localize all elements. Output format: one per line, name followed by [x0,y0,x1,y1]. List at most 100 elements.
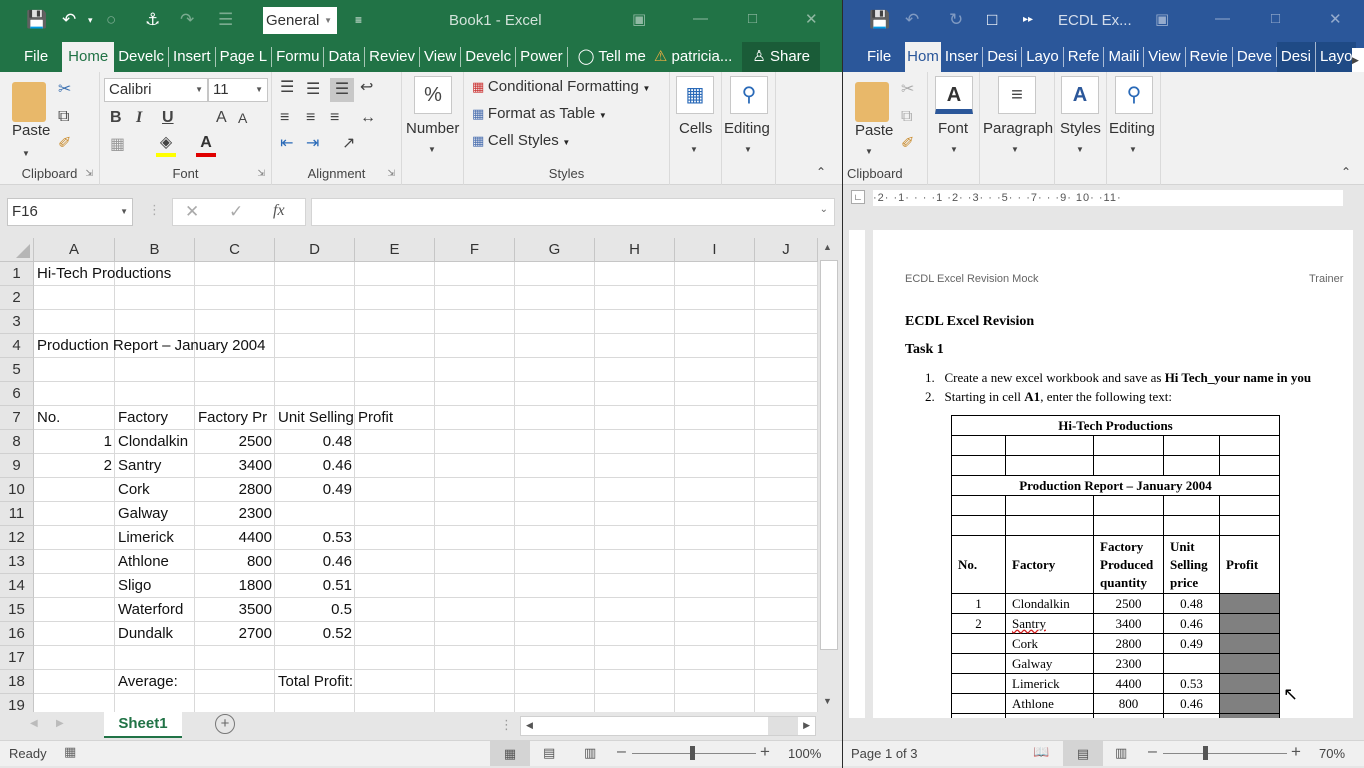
column-header[interactable]: C [195,238,275,262]
profit-cell-shaded[interactable] [1219,673,1280,694]
table-cell[interactable] [951,693,1006,714]
cell-b14[interactable]: Sligo [115,574,154,598]
tab-split-grip-icon[interactable]: ⋮ [500,717,513,733]
font-name-combo[interactable]: Calibri ▼ [104,78,208,102]
read-mode-icon[interactable]: 📖 [1033,744,1049,760]
table-cell[interactable] [1219,435,1280,456]
cell-c11[interactable]: 2300 [195,502,275,526]
table-cell[interactable] [951,515,1006,536]
underline-button[interactable]: U [162,108,174,128]
table-header[interactable]: No. [951,535,1006,594]
column-header[interactable]: B [115,238,195,262]
tab-table-design[interactable]: Desi [1276,42,1316,72]
table-header[interactable]: Unit Selling price [1163,535,1220,594]
zoom-slider-thumb[interactable] [690,746,695,760]
table-cell[interactable] [1219,455,1280,476]
table-cell[interactable]: 2500 [1093,593,1164,614]
cell-c7[interactable]: Factory Pr [195,406,270,430]
formula-input[interactable]: ⌄ [311,198,835,226]
close-icon[interactable]: ✕ [1329,10,1342,28]
column-header[interactable]: G [515,238,595,262]
save-icon[interactable]: 💾 [869,8,890,32]
table-cell[interactable] [951,435,1006,456]
conditional-formatting-button[interactable]: ▦ Conditional Formatting ▼ [472,78,650,95]
macro-record-icon[interactable]: ▦ [64,744,76,760]
cell-b18[interactable]: Average: [115,670,181,694]
table-cell[interactable] [1163,515,1220,536]
scroll-tabs-right-icon[interactable]: ▶ [1352,48,1364,72]
close-icon[interactable]: ✕ [805,10,818,28]
enter-check-icon[interactable]: ✓ [229,202,243,222]
orientation-icon[interactable]: ↗ [342,134,355,154]
table-cell[interactable]: 0.49 [1163,633,1220,654]
paste-button[interactable]: Paste [855,122,893,139]
collapse-ribbon-icon[interactable]: ⌃ [816,162,826,182]
undo-icon[interactable]: ↶ [62,8,76,32]
row-header[interactable]: 13 [0,550,34,574]
table-cell[interactable] [1005,515,1094,536]
row-header[interactable]: 3 [0,310,34,334]
zoom-in-button[interactable]: + [760,742,770,762]
table-header[interactable]: Profit [1219,535,1280,594]
column-header[interactable]: D [275,238,355,262]
page-layout-view-icon[interactable]: ▤ [543,745,555,761]
profit-cell-shaded[interactable] [1219,633,1280,654]
row-header[interactable]: 6 [0,382,34,406]
row-header[interactable]: 2 [0,286,34,310]
row-header[interactable]: 12 [0,526,34,550]
maximize-icon[interactable]: □ [1271,10,1280,27]
tab-design[interactable]: Desi [983,47,1023,67]
column-header[interactable]: F [435,238,515,262]
tab-insert[interactable]: Insert [169,47,216,67]
table-cell[interactable] [1005,435,1094,456]
number-format-combo[interactable]: General ▼ [263,7,337,34]
row-header[interactable]: 1 [0,262,34,286]
table-cell[interactable]: 4400 [1093,673,1164,694]
row-header[interactable]: 11 [0,502,34,526]
align-left-icon[interactable]: ≡ [280,108,289,128]
tab-home[interactable]: Hom [905,42,941,72]
cell-e7[interactable]: Profit [355,406,396,430]
tab-review[interactable]: Revie [1186,47,1233,67]
table-cell[interactable] [1093,455,1164,476]
wrap-text-icon[interactable]: ↩ [360,78,373,98]
cell-b8[interactable]: Clondalkin [115,430,191,454]
select-all-corner[interactable] [0,238,34,262]
cell-d14[interactable]: 0.51 [275,574,355,598]
new-sheet-icon[interactable]: + [215,714,235,734]
table-cell[interactable]: 1800 [1093,713,1164,718]
table-cell[interactable] [951,633,1006,654]
table-cell[interactable]: Clondalkin [1005,593,1094,614]
row-header[interactable]: 18 [0,670,34,694]
tab-view[interactable]: View [420,47,462,67]
zoom-in-button[interactable]: + [1291,742,1301,762]
undo-dropdown-icon[interactable]: ▾ [88,8,93,32]
fill-color-icon[interactable]: ◈ [156,133,176,157]
vertical-scrollbar[interactable]: ▲ ▼ [818,238,840,712]
table-cell[interactable] [1093,515,1164,536]
cell-d13[interactable]: 0.46 [275,550,355,574]
grow-font-button[interactable]: A [216,108,227,128]
scroll-thumb[interactable] [820,260,838,650]
table-cell[interactable]: 0.51 [1163,713,1220,718]
cell-b11[interactable]: Galway [115,502,171,526]
minimize-icon[interactable]: — [1215,10,1230,27]
cell-c16[interactable]: 2700 [195,622,275,646]
cell-c10[interactable]: 2800 [195,478,275,502]
tab-home[interactable]: Home [62,42,115,72]
share-button[interactable]: ♙ Share [742,42,820,72]
row-header[interactable]: 7 [0,406,34,430]
editing-group[interactable]: ⚲ Editing ▼ [722,72,776,185]
column-header[interactable]: H [595,238,675,262]
cell-d9[interactable]: 0.46 [275,454,355,478]
align-right-icon[interactable]: ≡ [330,108,339,128]
align-center-icon[interactable]: ≡ [306,108,315,128]
profit-cell-shaded[interactable] [1219,613,1280,634]
table-cell[interactable] [1093,435,1164,456]
tab-insert[interactable]: Inser [941,47,984,67]
tell-me-search[interactable]: ◯ Tell me [568,47,650,67]
paste-icon[interactable] [855,82,889,122]
doc-table[interactable]: Hi-Tech Productions Production Report – J… [951,415,1280,718]
table-title[interactable]: Hi-Tech Productions [951,415,1280,436]
column-header[interactable]: E [355,238,435,262]
